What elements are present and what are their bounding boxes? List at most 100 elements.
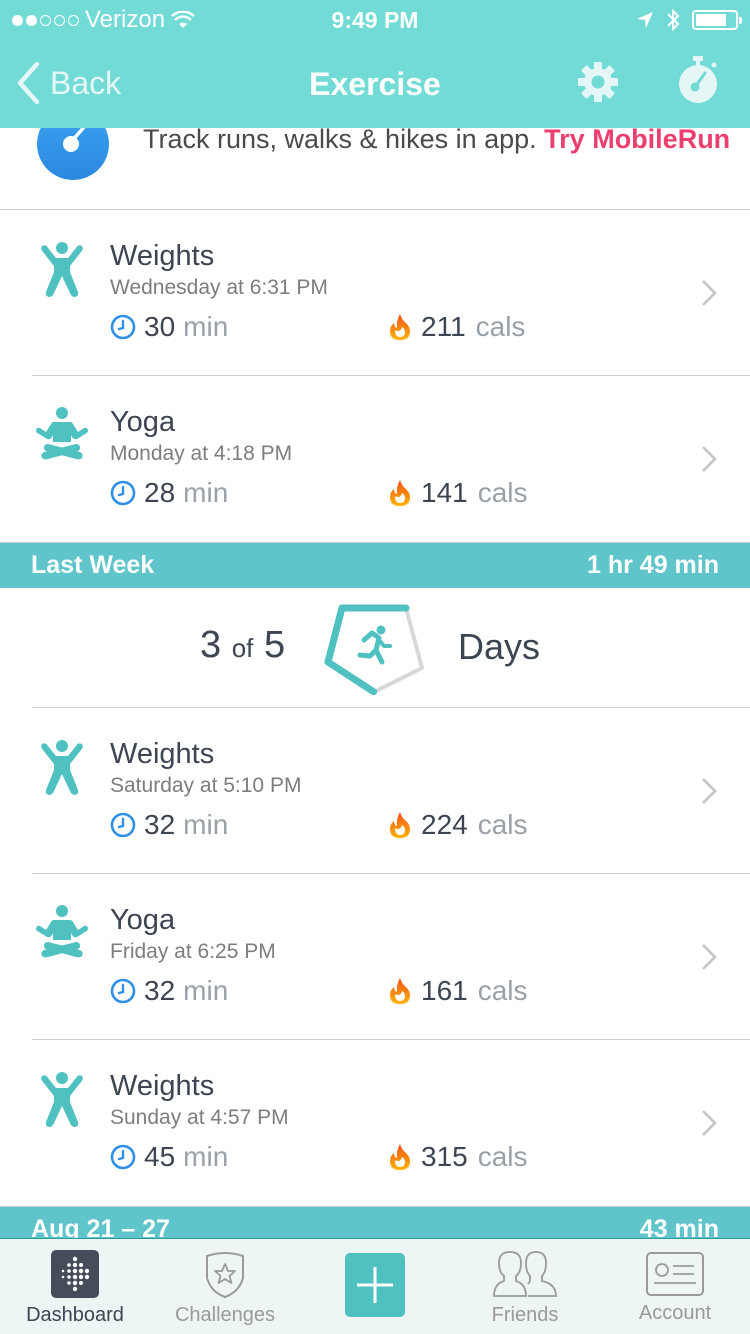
duration-value: 32 xyxy=(144,975,176,1006)
calories: 161 cals xyxy=(389,975,528,1007)
tab-account[interactable]: Account xyxy=(600,1239,750,1334)
duration-unit: min xyxy=(183,477,229,508)
duration-unit: min xyxy=(183,975,229,1006)
battery-icon xyxy=(692,10,742,30)
friends-icon xyxy=(493,1251,557,1297)
goal-of: of xyxy=(231,633,254,663)
duration-unit: min xyxy=(183,311,229,342)
weights-figure-icon xyxy=(34,738,90,796)
flame-icon xyxy=(390,978,410,1004)
section-header-aug-21-27: Aug 21 – 27 43 min xyxy=(0,1206,750,1238)
chevron-right-icon xyxy=(702,280,717,306)
weekly-goal-summary: 3 of 5 Days xyxy=(32,588,750,708)
calories: 315 cals xyxy=(389,1141,528,1173)
calories: 224 cals xyxy=(389,809,528,841)
tab-label: Account xyxy=(638,1302,712,1324)
duration-value: 32 xyxy=(144,809,176,840)
dashboard-icon xyxy=(51,1250,99,1298)
chevron-right-icon xyxy=(702,446,717,472)
duration: 32 min xyxy=(110,809,228,841)
mobilerun-promo[interactable]: Track runs, walks & hikes in app. Try Mo… xyxy=(0,128,750,210)
duration: 32 min xyxy=(110,975,228,1007)
calories-unit: cals xyxy=(477,1141,528,1172)
mobilerun-logo-icon xyxy=(37,128,109,180)
calories-value: 141 xyxy=(421,477,468,508)
activity-time: Saturday at 5:10 PM xyxy=(110,774,302,797)
back-button[interactable]: Back xyxy=(16,62,121,104)
calories-value: 315 xyxy=(421,1141,468,1172)
gear-icon[interactable] xyxy=(576,60,620,104)
chevron-right-icon xyxy=(702,1110,717,1136)
bluetooth-icon xyxy=(667,8,680,32)
tab-challenges[interactable]: Challenges xyxy=(150,1239,300,1334)
flame-icon xyxy=(390,314,410,340)
section-header-last-week: Last Week 1 hr 49 min xyxy=(0,542,750,588)
challenges-shield-star-icon xyxy=(206,1252,244,1298)
duration-unit: min xyxy=(183,1141,229,1172)
flame-icon xyxy=(390,480,410,506)
activity-name: Weights xyxy=(110,1070,215,1102)
calories: 211 cals xyxy=(389,311,525,343)
flame-icon xyxy=(390,1144,410,1170)
duration: 30 min xyxy=(110,311,228,343)
duration: 28 min xyxy=(110,477,228,509)
calories-value: 224 xyxy=(421,809,468,840)
activity-name: Yoga xyxy=(110,406,176,438)
weights-figure-icon xyxy=(34,1070,90,1128)
exercise-row[interactable]: Weights Sunday at 4:57 PM 45 min 315 cals xyxy=(0,1040,750,1206)
yoga-figure-icon xyxy=(34,904,90,962)
section-total: 43 min xyxy=(639,1215,719,1238)
section-total: 1 hr 49 min xyxy=(587,551,719,579)
chevron-right-icon xyxy=(702,778,717,804)
activity-name: Yoga xyxy=(110,904,176,936)
this-week-list: Weights Wednesday at 6:31 PM 30 min 211 cals Y… xyxy=(0,210,750,542)
exercise-row[interactable]: Yoga Monday at 4:18 PM 28 min 141 cals xyxy=(0,376,750,542)
clock-icon xyxy=(110,1144,136,1170)
calories-value: 211 xyxy=(421,311,466,342)
account-card-icon xyxy=(646,1252,704,1296)
activity-time: Wednesday at 6:31 PM xyxy=(110,276,328,299)
goal-target: 5 xyxy=(263,624,286,666)
goal-progress-badge xyxy=(324,604,424,696)
weights-figure-icon xyxy=(34,240,90,298)
wifi-icon xyxy=(171,11,195,28)
carrier-name: Verizon xyxy=(85,6,166,33)
tab-add[interactable] xyxy=(300,1239,450,1334)
clock-icon xyxy=(110,812,136,838)
status-bar: Verizon 9:49 PM xyxy=(0,0,750,40)
activity-time: Sunday at 4:57 PM xyxy=(110,1106,289,1129)
calories: 141 cals xyxy=(389,477,528,509)
clock-icon xyxy=(110,480,136,506)
tab-friends[interactable]: Friends xyxy=(450,1239,600,1334)
section-label: Aug 21 – 27 xyxy=(31,1215,170,1238)
calories-unit: cals xyxy=(477,477,528,508)
exercise-list[interactable]: Track runs, walks & hikes in app. Try Mo… xyxy=(0,128,750,1238)
goal-count: 3 of 5 xyxy=(200,624,285,667)
duration-value: 28 xyxy=(144,477,176,508)
yoga-figure-icon xyxy=(34,406,90,464)
section-label: Last Week xyxy=(31,551,155,579)
exercise-row[interactable]: Yoga Friday at 6:25 PM 32 min 161 cals xyxy=(0,874,750,1040)
running-figure-icon xyxy=(357,625,392,665)
clock-icon xyxy=(110,314,136,340)
try-mobilerun-link[interactable]: Try MobileRun xyxy=(544,128,730,154)
flame-icon xyxy=(390,812,410,838)
calories-unit: cals xyxy=(475,311,526,342)
exercise-row[interactable]: Weights Saturday at 5:10 PM 32 min 224 cals xyxy=(0,708,750,874)
last-week-list: Weights Saturday at 5:10 PM 32 min 224 cals Yo… xyxy=(0,708,750,1206)
activity-time: Friday at 6:25 PM xyxy=(110,940,276,963)
duration: 45 min xyxy=(110,1141,228,1173)
tab-dashboard[interactable]: Dashboard xyxy=(0,1239,150,1334)
clock-icon xyxy=(110,978,136,1004)
tab-bar: Dashboard Challenges Friends Account xyxy=(0,1238,750,1334)
exercise-row[interactable]: Weights Wednesday at 6:31 PM 30 min 211 cals xyxy=(0,210,750,376)
location-arrow-icon xyxy=(637,12,653,28)
calories-unit: cals xyxy=(477,809,528,840)
stopwatch-icon[interactable] xyxy=(676,56,722,104)
duration-value: 30 xyxy=(144,311,176,342)
header: Verizon 9:49 PM Back Exercise xyxy=(0,0,750,128)
activity-time: Monday at 4:18 PM xyxy=(110,442,293,465)
back-label: Back xyxy=(50,64,122,101)
calories-unit: cals xyxy=(477,975,528,1006)
promo-text: Track runs, walks & hikes in app. xyxy=(143,128,537,154)
